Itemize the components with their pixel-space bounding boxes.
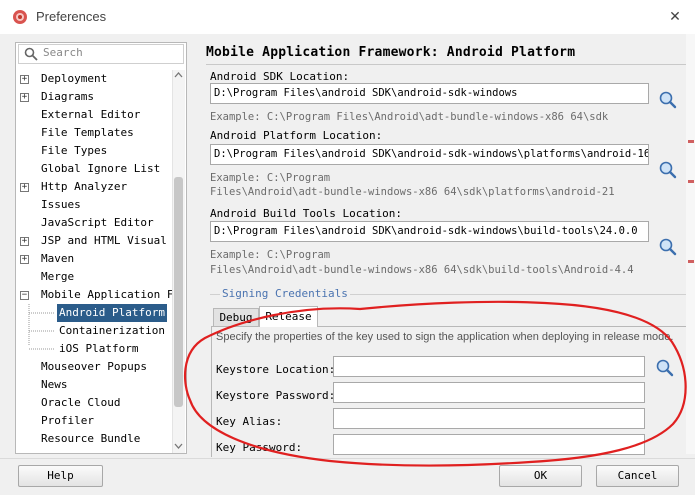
tree-item-oracle-cloud[interactable]: Oracle Cloud (17, 394, 172, 412)
tree-item-mouseover-popups[interactable]: Mouseover Popups (17, 358, 172, 376)
tab-debug[interactable]: Debug (213, 308, 259, 326)
category-tree: + Deployment + Diagrams External Editor … (17, 70, 172, 454)
build-tools-location-field[interactable]: D:\Program Files\android SDK\android-sdk… (210, 221, 649, 242)
window-title: Preferences (36, 9, 107, 24)
tree-item-external-editor[interactable]: External Editor (17, 106, 172, 124)
build-tools-browse-icon[interactable] (658, 237, 678, 257)
tree-item-containerization[interactable]: Containerization (17, 322, 172, 340)
tree-item-issues[interactable]: Issues (17, 196, 172, 214)
tree-item-global-ignore-list[interactable]: Global Ignore List (17, 160, 172, 178)
sdk-location-label: Android SDK Location: (210, 70, 350, 83)
platform-example-line1: Example: C:\Program (210, 172, 331, 184)
build-tools-location-label: Android Build Tools Location: (210, 207, 403, 220)
tree-item-ios-platform[interactable]: iOS Platform (17, 340, 172, 358)
search-placeholder: Search (43, 46, 83, 59)
build-tools-example-line2: Files\Android\adt-bundle-windows-x86 64\… (210, 264, 634, 276)
tree-item-file-templates[interactable]: File Templates (17, 124, 172, 142)
keystore-password-field[interactable] (333, 382, 645, 403)
tree-item-diagrams[interactable]: + Diagrams (17, 88, 172, 106)
platform-example-line2: Files\Android\adt-bundle-windows-x86 64\… (210, 186, 615, 198)
tree-item-http-analyzer[interactable]: + Http Analyzer (17, 178, 172, 196)
platform-location-label: Android Platform Location: (210, 129, 383, 142)
key-alias-label: Key Alias: (216, 415, 283, 428)
tree-item-merge[interactable]: Merge (17, 268, 172, 286)
help-button[interactable]: Help (18, 465, 103, 487)
sdk-example: Example: C:\Program Files\Android\adt-bu… (210, 111, 609, 123)
signing-credentials-title: Signing Credentials (220, 287, 350, 300)
release-description: Specify the properties of the key used t… (216, 331, 674, 343)
tree-item-maven[interactable]: + Maven (17, 250, 172, 268)
tree-item-news[interactable]: News (17, 376, 172, 394)
close-button[interactable]: ✕ (663, 6, 687, 28)
collapse-icon[interactable]: − (20, 291, 29, 300)
expand-icon[interactable]: + (20, 75, 29, 84)
tree-item-android-platform[interactable]: Android Platform (17, 304, 172, 322)
tree-item-deployment[interactable]: + Deployment (17, 70, 172, 88)
expand-icon[interactable]: + (20, 183, 29, 192)
edge-marker (688, 140, 694, 143)
sdk-browse-icon[interactable] (658, 90, 678, 110)
keystore-browse-icon[interactable] (655, 358, 675, 378)
scroll-up-icon[interactable] (174, 70, 183, 80)
tree-item-file-types[interactable]: File Types (17, 142, 172, 160)
edge-marker (688, 180, 694, 183)
sdk-location-field[interactable]: D:\Program Files\android SDK\android-sdk… (210, 83, 649, 104)
scrollbar-thumb[interactable] (174, 177, 183, 407)
key-alias-field[interactable] (333, 408, 645, 429)
expand-icon[interactable]: + (20, 237, 29, 246)
app-icon (13, 10, 27, 24)
background-window-edge (686, 34, 695, 454)
page-title: Mobile Application Framework: Android Pl… (206, 45, 576, 60)
cancel-button[interactable]: Cancel (596, 465, 679, 487)
tab-release[interactable]: Release (259, 306, 318, 327)
footer-divider (0, 458, 695, 459)
tree-item-profiler[interactable]: Profiler (17, 412, 172, 430)
edge-marker (688, 260, 694, 263)
search-icon (24, 47, 38, 61)
tree-item-mobile-application-framework[interactable]: − Mobile Application Fra (17, 286, 172, 304)
tree-item-jsp-html-visual-editor[interactable]: + JSP and HTML Visual Ed (17, 232, 172, 250)
keystore-location-label: Keystore Location: (216, 363, 336, 376)
expand-icon[interactable]: + (20, 255, 29, 264)
platform-browse-icon[interactable] (658, 160, 678, 180)
keystore-location-field[interactable] (333, 356, 645, 377)
keystore-password-label: Keystore Password: (216, 389, 336, 402)
build-tools-example-line1: Example: C:\Program (210, 249, 331, 261)
key-password-label: Key Password: (216, 441, 303, 454)
expand-icon[interactable]: + (20, 93, 29, 102)
tree-item-javascript-editor[interactable]: JavaScript Editor (17, 214, 172, 232)
tree-item-resource-bundle[interactable]: Resource Bundle (17, 430, 172, 448)
ok-button[interactable]: OK (499, 465, 582, 487)
header-divider (206, 64, 695, 65)
key-password-field[interactable] (333, 434, 645, 455)
platform-location-field[interactable]: D:\Program Files\android SDK\android-sdk… (210, 144, 649, 165)
scroll-down-icon[interactable] (174, 441, 183, 451)
